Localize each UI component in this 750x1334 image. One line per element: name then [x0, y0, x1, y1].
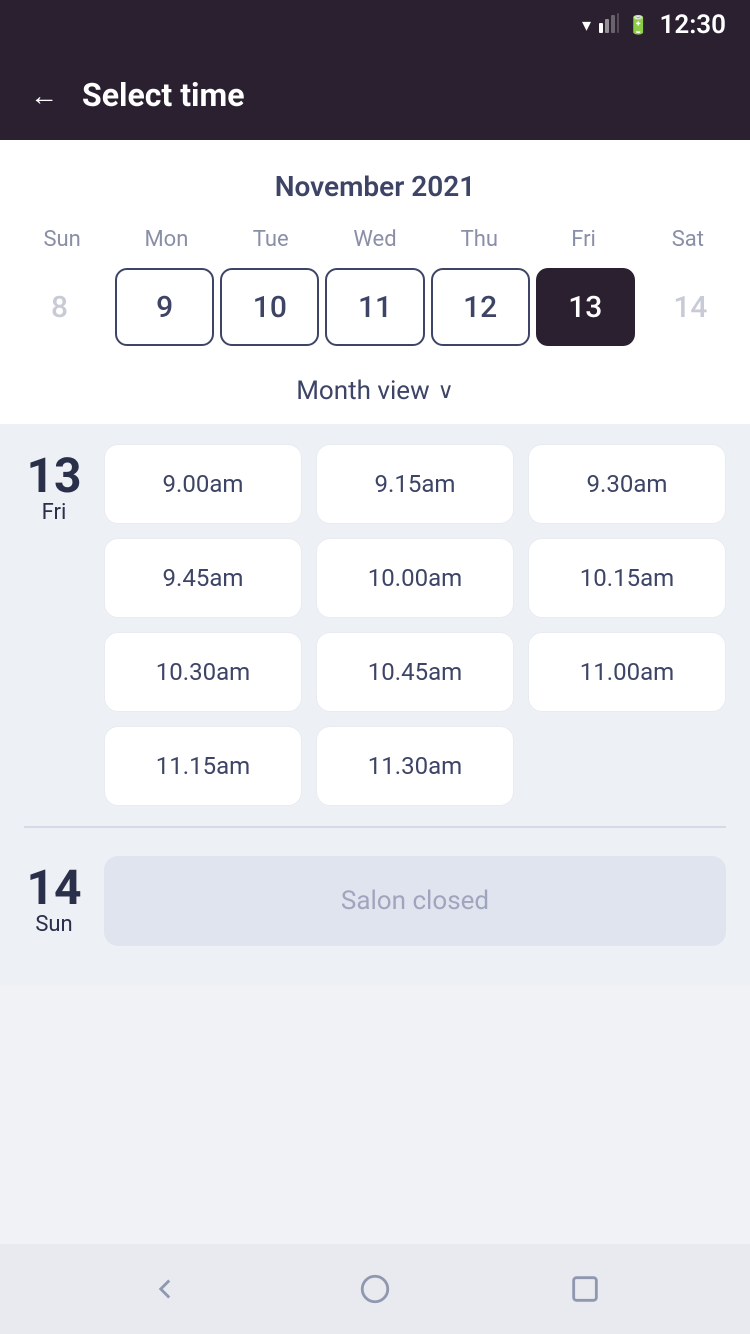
time-slot-1115am[interactable]: 11.15am — [104, 726, 302, 806]
month-view-label: Month view — [296, 376, 429, 406]
date-row: 8 9 10 11 12 13 14 — [0, 260, 750, 362]
day-header-mon: Mon — [114, 219, 218, 260]
timeslot-section: 13 Fri 9.00am 9.15am 9.30am 9.45am 10.00… — [0, 424, 750, 986]
date-12[interactable]: 12 — [431, 268, 530, 346]
day-headers: Sun Mon Tue Wed Thu Fri Sat — [0, 219, 750, 260]
day-header-fri: Fri — [531, 219, 635, 260]
battery-icon: 🔋 — [627, 15, 649, 36]
time-slot-1130am[interactable]: 11.30am — [316, 726, 514, 806]
back-button[interactable]: ← — [30, 79, 58, 112]
month-year-label: November 2021 — [0, 160, 750, 219]
bottom-nav — [0, 1244, 750, 1334]
day-number-13: 13 — [26, 452, 81, 500]
day-name-sun: Sun — [35, 912, 72, 937]
status-bar: ▾ 🔋 12:30 — [0, 0, 750, 50]
date-14[interactable]: 14 — [641, 268, 740, 346]
day-name-fri: Fri — [42, 500, 67, 525]
day-label-13: 13 Fri — [24, 444, 84, 806]
day-header-sun: Sun — [10, 219, 114, 260]
date-8[interactable]: 8 — [10, 268, 109, 346]
time-slots-grid-13: 9.00am 9.15am 9.30am 9.45am 10.00am 10.1… — [104, 444, 726, 806]
day-header-wed: Wed — [323, 219, 427, 260]
page-title: Select time — [82, 76, 244, 114]
day-header-thu: Thu — [427, 219, 531, 260]
header: ← Select time — [0, 50, 750, 140]
salon-closed-message: Salon closed — [104, 856, 726, 946]
time-slot-915am[interactable]: 9.15am — [316, 444, 514, 524]
day-header-sat: Sat — [636, 219, 740, 260]
date-9[interactable]: 9 — [115, 268, 214, 346]
day-label-14: 14 Sun — [24, 856, 84, 946]
day-number-14: 14 — [26, 864, 81, 912]
wifi-icon: ▾ — [582, 15, 591, 36]
day-divider — [24, 826, 726, 828]
time-slot-1000am[interactable]: 10.00am — [316, 538, 514, 618]
time-slot-1045am[interactable]: 10.45am — [316, 632, 514, 712]
time-slot-1100am[interactable]: 11.00am — [528, 632, 726, 712]
signal-icon — [599, 13, 619, 38]
chevron-down-icon: ∨ — [438, 379, 454, 404]
date-13[interactable]: 13 — [536, 268, 635, 346]
month-view-toggle[interactable]: Month view ∨ — [0, 362, 750, 424]
status-icons: ▾ 🔋 — [582, 13, 649, 38]
calendar-section: November 2021 Sun Mon Tue Wed Thu Fri Sa… — [0, 140, 750, 424]
status-time: 12:30 — [660, 10, 727, 40]
nav-back-button[interactable] — [140, 1264, 190, 1314]
time-slot-900am[interactable]: 9.00am — [104, 444, 302, 524]
day-block-14: 14 Sun Salon closed — [24, 856, 726, 946]
time-slot-945am[interactable]: 9.45am — [104, 538, 302, 618]
nav-recents-button[interactable] — [560, 1264, 610, 1314]
time-slot-1030am[interactable]: 10.30am — [104, 632, 302, 712]
date-10[interactable]: 10 — [220, 268, 319, 346]
day-block-13: 13 Fri 9.00am 9.15am 9.30am 9.45am 10.00… — [24, 444, 726, 806]
date-11[interactable]: 11 — [325, 268, 424, 346]
nav-home-button[interactable] — [350, 1264, 400, 1314]
time-slot-930am[interactable]: 9.30am — [528, 444, 726, 524]
day-header-tue: Tue — [219, 219, 323, 260]
time-slot-1015am[interactable]: 10.15am — [528, 538, 726, 618]
